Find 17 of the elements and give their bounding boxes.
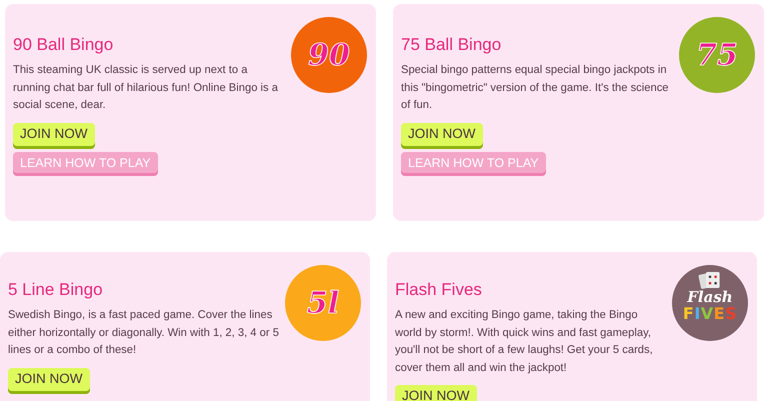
card-title: Flash Fives bbox=[395, 279, 483, 301]
join-now-button[interactable]: JOIN NOW bbox=[395, 385, 476, 401]
card-description: Special bingo patterns equal special bingo jackpots in this "bingometric" version of the game. It's the science of fun. bbox=[401, 63, 670, 113]
card-title: 75 Ball Bingo bbox=[401, 34, 502, 56]
game-logo: 75 bbox=[679, 17, 755, 93]
card-description: This steaming UK classic is served up next to a running chat bar full of hilarious fun! Online Bingo is a social scene, dear. bbox=[13, 63, 279, 113]
game-logo: 90 bbox=[291, 17, 367, 93]
join-now-button[interactable]: JOIN NOW bbox=[8, 368, 90, 390]
playing-cards-icon bbox=[698, 271, 722, 289]
card-title: 90 Ball Bingo bbox=[13, 34, 114, 56]
card-title: 5 Line Bingo bbox=[8, 279, 104, 301]
card-description: Swedish Bingo, is a fast paced game. Cover the lines either horizontally or diagonally. Win with 1, 2, 3, 4 or 5 lines or a combo of these! bbox=[8, 308, 280, 358]
join-now-button[interactable]: JOIN NOW bbox=[401, 122, 482, 146]
game-logo: 5l bbox=[285, 265, 361, 341]
game-logo: Flash FIVES bbox=[672, 265, 748, 341]
card-description: A new and exciting Bingo game, taking the Bingo world by storm!. With quick wins and fast gameplay, you'll not be short of a few laughs! Get your 5 cards, cover them all and win the jackpot! bbox=[395, 308, 654, 376]
join-now-button[interactable]: JOIN NOW bbox=[13, 122, 94, 146]
